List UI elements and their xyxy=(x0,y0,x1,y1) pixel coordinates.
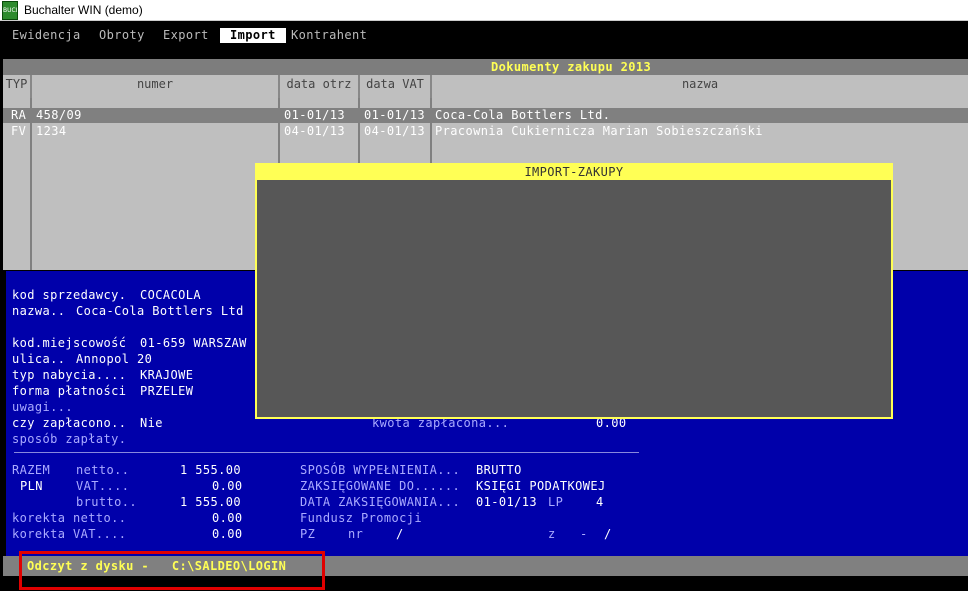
value-zaksiegowane-do: KSIĘGI PODATKOWEJ xyxy=(476,479,606,493)
cell-data-otrz: 01-01/13 xyxy=(284,108,345,122)
label-typ-nabycia: typ nabycia.... xyxy=(12,368,127,382)
cell-nazwa: Coca-Cola Bottlers Ltd. xyxy=(435,108,611,122)
label-razem: RAZEM xyxy=(12,463,51,477)
value-netto: 1 555.00 xyxy=(180,463,241,477)
label-brutto: brutto.. xyxy=(76,495,137,509)
label-netto: netto.. xyxy=(76,463,130,477)
value-czy-zaplacono: Nie xyxy=(140,416,163,430)
cell-numer: 1234 xyxy=(36,124,67,138)
value-typ-nabycia: KRAJOWE xyxy=(140,368,194,382)
import-zakupy-dialog[interactable]: IMPORT-ZAKUPY xyxy=(255,163,893,419)
menu-item-obroty[interactable]: Obroty xyxy=(99,28,145,43)
cell-data-vat: 04-01/13 xyxy=(364,124,425,138)
menu-item-export[interactable]: Export xyxy=(163,28,209,43)
value-korekta-vat: 0.00 xyxy=(212,527,243,541)
column-header-numer[interactable]: numer xyxy=(32,75,280,98)
value-korekta-netto: 0.00 xyxy=(212,511,243,525)
column-header-data-otrz[interactable]: data otrz xyxy=(280,75,360,98)
label-korekta-vat: korekta VAT.... xyxy=(12,527,127,541)
value-brutto: 1 555.00 xyxy=(180,495,241,509)
menu-item-import[interactable]: Import xyxy=(220,28,286,43)
value-data-zaksiegowania: 01-01/13 xyxy=(476,495,537,509)
label-pz: PZ xyxy=(300,527,316,541)
value-kod-sprzedawcy: COCACOLA xyxy=(140,288,201,302)
label-sposob-wypelnienia: SPOSÓB WYPEŁNIENIA... xyxy=(300,463,461,477)
cell-data-vat: 01-01/13 xyxy=(364,108,425,122)
documents-title: Dokumenty zakupu 2013 xyxy=(491,60,652,74)
value-ulica: Annopol 20 xyxy=(76,352,153,366)
column-header-typ[interactable]: TYP xyxy=(3,75,32,98)
label-z: z xyxy=(548,527,556,541)
annotation-highlight-frame xyxy=(19,551,325,590)
cell-typ: FV xyxy=(11,124,27,138)
value-z: / xyxy=(604,527,612,541)
label-fundusz-promocji: Fundusz Promocji xyxy=(300,511,422,525)
label-korekta-netto: korekta netto.. xyxy=(12,511,127,525)
value-forma-platnosci: PRZELEW xyxy=(140,384,194,398)
label-czy-zaplacono: czy zapłacono.. xyxy=(12,416,127,430)
window-titlebar: BUCH Buchalter WIN (demo) xyxy=(0,0,968,21)
cell-typ: RA xyxy=(11,108,27,122)
label-sposob-zaplaty: sposób zapłaty. xyxy=(12,432,127,446)
menu-item-ewidencja[interactable]: Ewidencja xyxy=(12,28,81,43)
value-lp: 4 xyxy=(596,495,604,509)
label-kod-miejscowosc: kod.miejscowość xyxy=(12,336,127,350)
column-divider xyxy=(30,98,32,270)
cell-numer: 458/09 xyxy=(36,108,82,122)
label-nazwa: nazwa.. xyxy=(12,304,66,318)
value-nazwa: Coca-Cola Bottlers Ltd xyxy=(76,304,244,318)
divider xyxy=(14,452,639,453)
label-uwagi: uwagi... xyxy=(12,400,73,414)
documents-header-bar: Dokumenty zakupu 2013 xyxy=(3,59,968,75)
value-nr: / xyxy=(396,527,404,541)
label-z-dash: - xyxy=(580,527,588,541)
label-nr: nr xyxy=(348,527,364,541)
column-header-nazwa[interactable]: nazwa xyxy=(432,75,968,98)
window-title: Buchalter WIN (demo) xyxy=(24,3,143,17)
label-vat: VAT.... xyxy=(76,479,130,493)
label-ulica: ulica.. xyxy=(12,352,66,366)
value-vat: 0.00 xyxy=(212,479,243,493)
label-zaksiegowane-do: ZAKSIĘGOWANE DO...... xyxy=(300,479,461,493)
label-kod-sprzedawcy: kod sprzedawcy. xyxy=(12,288,127,302)
column-header-data-vat[interactable]: data VAT xyxy=(360,75,432,98)
table-row[interactable]: RA 458/09 01-01/13 01-01/13 Coca-Cola Bo… xyxy=(3,108,968,123)
dialog-title: IMPORT-ZAKUPY xyxy=(257,165,891,180)
label-forma-platnosci: forma płatności xyxy=(12,384,127,398)
app-icon: BUCH xyxy=(2,1,18,20)
value-sposob-wypelnienia: BRUTTO xyxy=(476,463,522,477)
console-area: Ewidencja Obroty Export Import Kontrahen… xyxy=(3,22,968,591)
value-kod-miejscowosc: 01-659 WARSZAW xyxy=(140,336,247,350)
label-data-zaksiegowania: DATA ZAKSIĘGOWANIA... xyxy=(300,495,461,509)
menu-item-kontrahent[interactable]: Kontrahent xyxy=(291,28,367,43)
label-lp: LP xyxy=(548,495,564,509)
cell-data-otrz: 04-01/13 xyxy=(284,124,345,138)
label-pln: PLN xyxy=(20,479,43,493)
cell-nazwa: Pracownia Cukiernicza Marian Sobieszczań… xyxy=(435,124,763,138)
table-row[interactable]: FV 1234 04-01/13 04-01/13 Pracownia Cuki… xyxy=(3,124,968,139)
